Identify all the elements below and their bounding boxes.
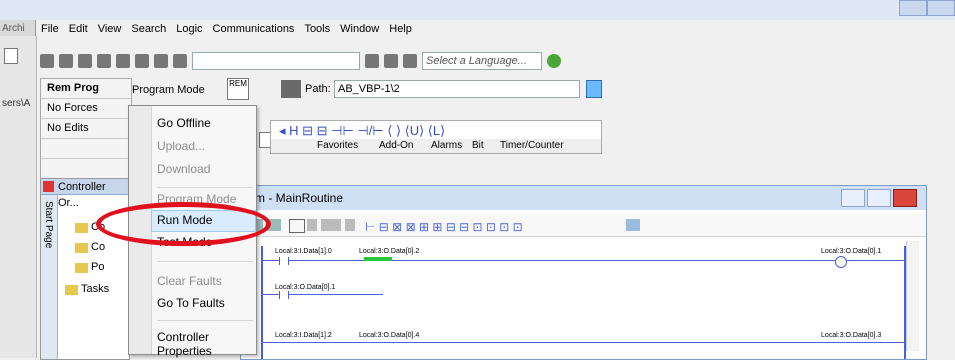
path-browse-icon[interactable] — [586, 80, 602, 98]
rung-0-line — [263, 260, 904, 261]
ladder-instruction-icons[interactable]: ⊢ ⊟ ⊠ ⊠ ⊞ ⊞ ⊟ ⊟ ⊡ ⊡ ⊡ ⊡ — [365, 220, 523, 234]
left-dock: sers\A — [0, 36, 37, 358]
controller-status-panel: Rem Prog No Forces No Edits — [40, 78, 132, 180]
rung0-contact2-tag: Local:3:O.Data[0].2 — [359, 248, 420, 255]
menu-bar: Archi File Edit View Search Logic Commun… — [0, 20, 955, 38]
rung0-coil-tag: Local:3:O.Data[0].1 — [821, 248, 882, 255]
path-label: Path: — [305, 83, 331, 95]
folder-icon — [75, 243, 88, 253]
search-combo[interactable] — [192, 52, 360, 70]
menu-edit[interactable]: Edit — [64, 23, 93, 35]
context-go-to-faults[interactable]: Go To Faults — [157, 296, 225, 310]
instruction-palette: ◂ H ⊟ ⊟ ⊣⊢ ⊣/⊢ ⟨ ⟩ ⟨U⟩ ⟨L⟩ Favorites Add… — [270, 120, 602, 154]
tab-alarms[interactable]: Alarms — [431, 140, 462, 151]
minimize-button[interactable] — [841, 189, 865, 207]
path-combo[interactable]: AB_VBP-1\2 — [334, 80, 580, 98]
start-page-tab[interactable]: Start Page — [41, 195, 58, 359]
window-title-strip — [0, 0, 955, 20]
menu-file[interactable]: File — [36, 23, 64, 35]
context-download[interactable]: Download — [157, 162, 210, 176]
copy-icon[interactable] — [116, 54, 130, 68]
rung-2-line — [263, 342, 904, 343]
program-mode-label: Program Mode — [132, 84, 205, 96]
rung0-contact-tag: Local:3:I.Data[1].0 — [275, 248, 332, 255]
folder-icon — [75, 263, 88, 273]
paste-icon[interactable] — [135, 54, 149, 68]
ladder-arrow-icon[interactable] — [626, 219, 640, 231]
main-routine-titlebar: m - MainRoutine — [241, 186, 926, 210]
red-highlight-ellipse — [96, 202, 271, 246]
rung0-energized-contact[interactable] — [364, 257, 392, 261]
tab-timer-counter[interactable]: Timer/Counter — [500, 140, 564, 151]
context-controller-properties[interactable]: Controller Properties — [157, 330, 256, 358]
undo-icon[interactable] — [154, 54, 168, 68]
ladder-instruction-icons[interactable]: ◂ H ⊟ ⊟ ⊣⊢ ⊣/⊢ ⟨ ⟩ ⟨U⟩ ⟨L⟩ — [279, 123, 445, 139]
rung0-contact-icon[interactable] — [279, 257, 289, 265]
rung2-coil-tag: Local:3:O.Data[0].3 — [821, 332, 882, 339]
context-clear-faults[interactable]: Clear Faults — [157, 274, 222, 288]
verify-icon[interactable] — [384, 54, 398, 68]
panel-empty-row — [41, 139, 131, 159]
find-icon[interactable] — [365, 54, 379, 68]
network-icon — [281, 80, 301, 98]
rung2-contact2-tag: Local:3:O.Data[0].4 — [359, 332, 420, 339]
menu-tools[interactable]: Tools — [299, 23, 335, 35]
ladder-tool-icon-3[interactable] — [289, 219, 305, 233]
edits-status: No Edits — [41, 119, 131, 139]
tasks-folder-icon — [65, 285, 78, 295]
menu-communications[interactable]: Communications — [208, 23, 300, 35]
cut-icon[interactable] — [97, 54, 111, 68]
close-window-button[interactable] — [893, 189, 917, 207]
close-button[interactable] — [927, 0, 955, 16]
ladder-toolbar: ⊢ ⊟ ⊠ ⊠ ⊞ ⊞ ⊟ ⊟ ⊡ ⊡ ⊡ ⊡ — [241, 214, 926, 237]
ladder-tool-icon-5[interactable] — [345, 219, 355, 231]
menu-window[interactable]: Window — [335, 23, 384, 35]
tree-item-co2[interactable]: Co — [91, 241, 105, 253]
redo-icon[interactable] — [173, 54, 187, 68]
controller-organizer-title: Controller Or... — [41, 179, 129, 209]
menu-logic[interactable]: Logic — [171, 23, 207, 35]
menu-separator — [157, 187, 253, 188]
rung0-coil-icon[interactable] — [835, 256, 847, 268]
new-file-icon — [4, 48, 18, 64]
tree-item-tasks[interactable]: Tasks — [81, 283, 109, 295]
left-path-clip: sers\A — [2, 98, 31, 109]
context-go-offline[interactable]: Go Offline — [157, 116, 211, 130]
help-icon[interactable] — [547, 54, 561, 68]
menu-search[interactable]: Search — [126, 23, 171, 35]
tab-bit[interactable]: Bit — [472, 140, 484, 151]
rung2-contact-tag: Local:3:I.Data[1].2 — [275, 332, 332, 339]
rung1-contact-icon[interactable] — [279, 291, 289, 299]
close-organizer-icon[interactable] — [43, 181, 54, 192]
standard-toolbar: Select a Language... — [40, 50, 600, 72]
menu-view[interactable]: View — [93, 23, 127, 35]
forces-status: No Forces — [41, 99, 131, 119]
controller-organizer: Controller Or... Start Page Co Co Po Tas… — [40, 178, 130, 360]
context-upload[interactable]: Upload... — [157, 139, 205, 153]
ladder-diagram: Local:3:I.Data[1].0 Local:3:O.Data[0].2 … — [261, 246, 906, 359]
main-routine-title: m - MainRoutine — [255, 191, 344, 205]
main-routine-window: m - MainRoutine ⊢ ⊟ ⊠ ⊠ ⊞ ⊞ ⊟ ⊟ ⊡ ⊡ ⊡ ⊡ … — [240, 185, 927, 360]
vertical-scrollbar[interactable] — [906, 241, 919, 351]
rem-icon: REM — [227, 78, 249, 100]
instruction-tab-strip: Favorites Add-On Alarms Bit Timer/Counte… — [271, 139, 601, 153]
restore-button[interactable] — [867, 189, 891, 207]
tree-item-po[interactable]: Po — [91, 261, 104, 273]
rung1-contact-tag: Local:3:O.Data[0].1 — [275, 284, 336, 291]
controller-mode: Rem Prog — [41, 79, 131, 99]
language-select[interactable]: Select a Language... — [422, 52, 542, 70]
open-icon[interactable] — [40, 54, 54, 68]
print-icon[interactable] — [78, 54, 92, 68]
ladder-dropdown-icon[interactable] — [321, 219, 341, 231]
tab-add-on[interactable]: Add-On — [379, 140, 413, 151]
menu-help[interactable]: Help — [384, 23, 417, 35]
tab-favorites[interactable]: Favorites — [317, 140, 358, 151]
menu-separator — [157, 320, 253, 321]
save-icon[interactable] — [59, 54, 73, 68]
menu-separator — [157, 261, 253, 262]
ladder-tool-icon-4[interactable] — [307, 219, 317, 231]
maximize-button[interactable] — [899, 0, 927, 16]
folder-icon — [75, 223, 88, 233]
zoom-icon[interactable] — [403, 54, 417, 68]
